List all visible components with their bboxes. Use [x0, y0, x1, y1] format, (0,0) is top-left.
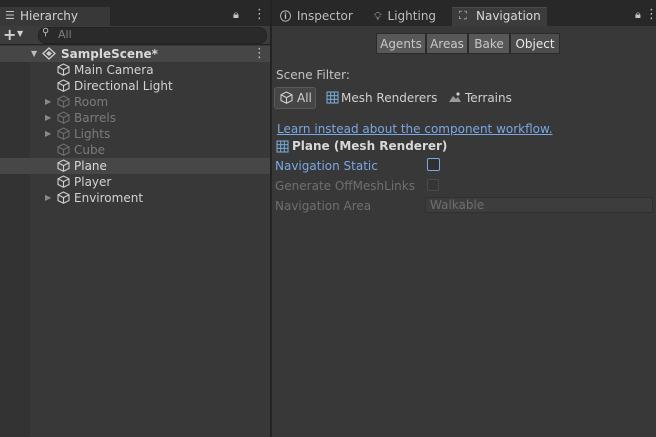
filter-terrains[interactable]: Terrains	[465, 87, 512, 109]
gameobject-cube-icon	[57, 111, 70, 124]
filter-all-label: All	[297, 91, 312, 105]
gameobject-cube-icon	[57, 159, 70, 172]
hierarchy-item[interactable]: Directional Light	[0, 78, 270, 94]
search-placeholder: All	[58, 28, 72, 41]
hierarchy-item[interactable]: ▶ Room	[0, 94, 270, 110]
tab-inspector-label: Inspector	[296, 9, 353, 23]
foldout-collapsed-icon[interactable]: ▶	[45, 110, 51, 126]
item-label: Barrels	[74, 111, 116, 125]
terrain-icon	[449, 92, 461, 102]
lock-icon[interactable]: 🔒︎	[635, 8, 641, 22]
hierarchy-item[interactable]: Player	[0, 174, 270, 190]
lightbulb-icon: 💡︎	[374, 10, 382, 23]
item-label: Plane	[74, 159, 107, 173]
foldout-collapsed-icon[interactable]: ▶	[45, 94, 51, 110]
navigation-area-label: Navigation Area	[275, 199, 372, 213]
info-icon: ⓘ	[280, 10, 291, 23]
hierarchy-item[interactable]: Cube	[0, 142, 270, 158]
scene-menu-icon[interactable]: ⋮	[253, 46, 266, 61]
section-object[interactable]: Object	[510, 33, 560, 54]
gameobject-cube-icon	[57, 79, 70, 92]
foldout-expanded-icon[interactable]: ▼	[31, 47, 37, 61]
lock-icon[interactable]: 🔒︎	[233, 8, 239, 22]
section-bake[interactable]: Bake	[468, 33, 510, 54]
gameobject-cube-icon	[57, 95, 70, 108]
tab-navigation-label: Navigation	[476, 9, 541, 23]
chevron-down-icon[interactable]: ▼	[17, 29, 23, 38]
foldout-collapsed-icon[interactable]: ▶	[45, 126, 51, 142]
more-options-icon[interactable]: ⋮	[253, 7, 266, 22]
gameobject-cube-icon	[57, 191, 70, 204]
hierarchy-item[interactable]: ▶ Barrels	[0, 110, 270, 126]
more-options-icon[interactable]: ⋮	[645, 7, 656, 22]
unity-scene-icon	[42, 47, 56, 60]
hierarchy-tab-label: Hierarchy	[20, 9, 79, 23]
gameobject-cube-icon	[57, 175, 70, 188]
tab-lighting-label: Lighting	[387, 9, 437, 23]
section-agents[interactable]: Agents	[376, 33, 426, 54]
selection-title: Plane (Mesh Renderer)	[292, 139, 448, 153]
hierarchy-item[interactable]: ▶ Enviroment	[0, 190, 270, 206]
item-label: Enviroment	[74, 191, 144, 205]
tab-lighting[interactable]: 💡︎ Lighting	[374, 7, 436, 26]
filter-mesh-renderers[interactable]: Mesh Renderers	[341, 87, 437, 109]
navigation-static-label: Navigation Static	[275, 159, 378, 173]
hierarchy-item[interactable]: ▶ Lights	[0, 126, 270, 142]
offmeshlinks-label: Generate OffMeshLinks	[275, 179, 415, 193]
mesh-renderer-icon	[276, 140, 289, 153]
gameobject-cube-icon	[57, 143, 70, 156]
item-label: Player	[74, 175, 112, 189]
item-label: Lights	[74, 127, 111, 141]
section-areas[interactable]: Areas	[426, 33, 468, 54]
navigation-panel	[272, 0, 656, 437]
gameobject-cube-icon	[57, 127, 70, 140]
cube-icon	[280, 91, 293, 104]
tab-inspector[interactable]: ⓘ Inspector	[280, 7, 353, 26]
item-label: Room	[74, 95, 109, 109]
mesh-grid-icon	[326, 91, 339, 104]
navigation-area-value: Walkable	[430, 198, 485, 212]
component-workflow-link[interactable]: Learn instead about the component workfl…	[277, 122, 553, 136]
hierarchy-item[interactable]: Main Camera	[0, 62, 270, 78]
search-input[interactable]	[38, 27, 267, 44]
list-icon: ☰	[5, 9, 15, 22]
foldout-collapsed-icon[interactable]: ▶	[45, 190, 51, 206]
hierarchy-item-selected[interactable]: Plane	[0, 158, 270, 174]
gameobject-cube-icon	[57, 63, 70, 76]
offmeshlinks-checkbox[interactable]	[427, 179, 439, 191]
add-icon[interactable]: +	[3, 25, 16, 44]
navigation-static-checkbox[interactable]	[427, 158, 440, 171]
item-label: Directional Light	[74, 79, 173, 93]
navigation-area-dropdown[interactable]: Walkable	[425, 197, 653, 213]
scene-name: SampleScene*	[61, 47, 158, 61]
scene-filter-label: Scene Filter:	[276, 68, 350, 82]
navigation-icon: ⛶	[459, 9, 467, 22]
search-icon: ⚲	[42, 27, 50, 38]
item-label: Main Camera	[74, 63, 154, 77]
item-label: Cube	[74, 143, 105, 157]
